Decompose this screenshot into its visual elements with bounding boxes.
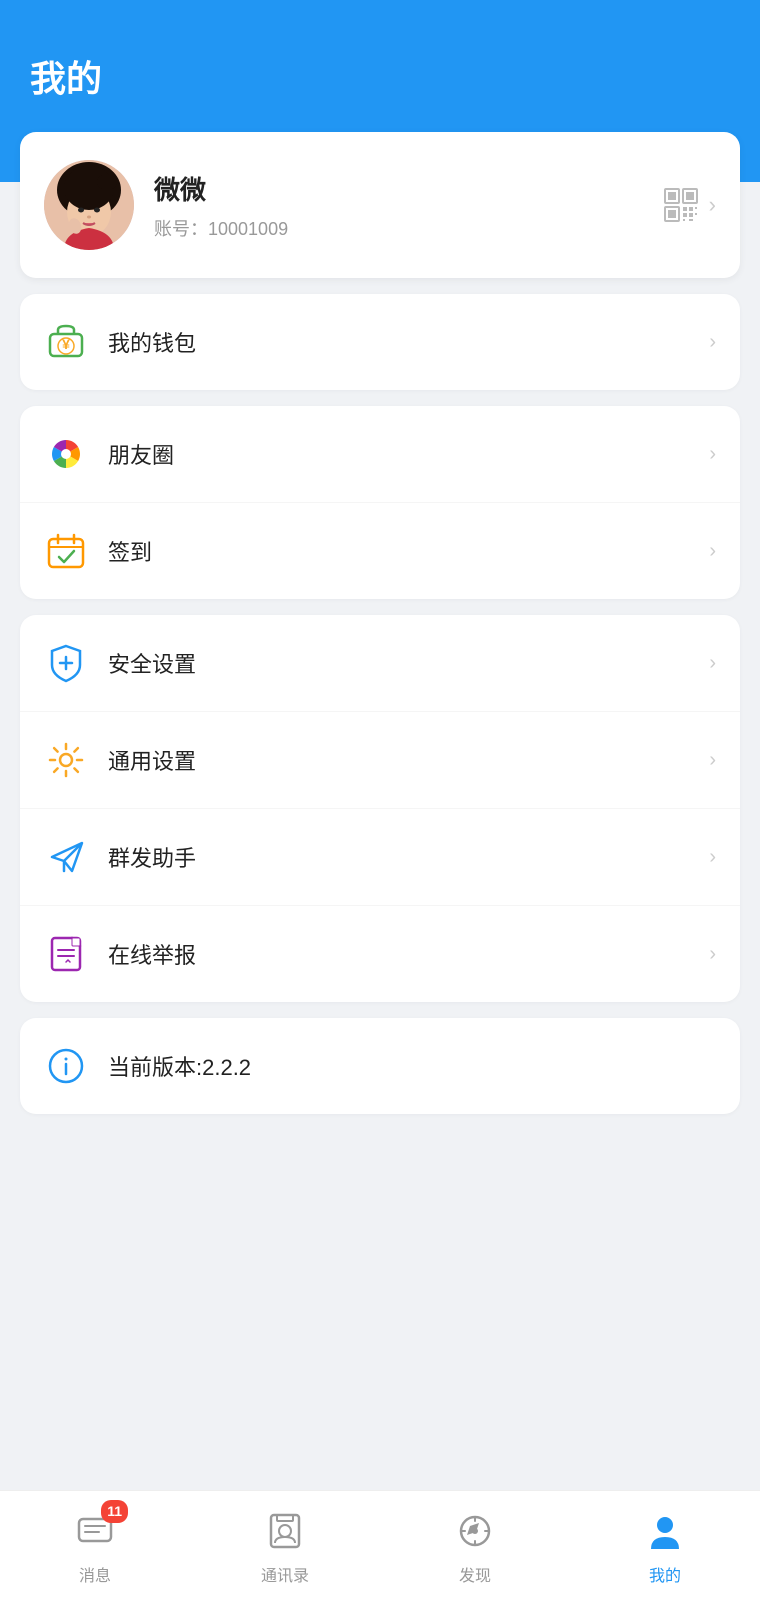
broadcast-icon: [44, 835, 88, 879]
report-item[interactable]: 在线举报 ›: [20, 906, 740, 1002]
nav-contacts[interactable]: 通讯录: [260, 1506, 310, 1586]
discover-icon: [455, 1511, 495, 1551]
general-settings-label: 通用设置: [108, 744, 709, 776]
profile-chevron: ›: [709, 192, 716, 218]
security-icon: [44, 641, 88, 685]
version-label: 当前版本:2.2.2: [108, 1050, 716, 1082]
general-settings-chevron: ›: [709, 749, 716, 772]
profile-account: 账号：10001009: [154, 215, 663, 241]
version-item: 当前版本:2.2.2: [20, 1018, 740, 1114]
security-item[interactable]: 安全设置 ›: [20, 615, 740, 712]
wallet-item[interactable]: ¥ 我的钱包 ›: [20, 294, 740, 390]
nav-discover[interactable]: 发现: [450, 1506, 500, 1586]
account-number: 10001009: [208, 219, 288, 239]
security-chevron: ›: [709, 652, 716, 675]
messages-label: 消息: [79, 1562, 111, 1586]
moments-item[interactable]: 朋友圈 ›: [20, 406, 740, 503]
discover-icon-wrap: [450, 1506, 500, 1556]
moments-label: 朋友圈: [108, 438, 709, 470]
checkin-chevron: ›: [709, 540, 716, 563]
checkin-label: 签到: [108, 535, 709, 567]
moments-icon: [44, 432, 88, 476]
contacts-icon: [265, 1511, 305, 1551]
profile-name: 微微: [154, 170, 663, 207]
message-icon-wrap: 11: [70, 1506, 120, 1556]
general-settings-item[interactable]: 通用设置 ›: [20, 712, 740, 809]
social-section: 朋友圈 › 签到 ›: [20, 406, 740, 599]
report-label: 在线举报: [108, 938, 709, 970]
broadcast-item[interactable]: 群发助手 ›: [20, 809, 740, 906]
nav-messages[interactable]: 11 消息: [70, 1506, 120, 1586]
profile-card[interactable]: 微微 账号：10001009 ›: [20, 132, 740, 278]
checkin-icon: [44, 529, 88, 573]
profile-actions: ›: [663, 187, 716, 223]
page-title: 我的: [30, 50, 730, 102]
broadcast-label: 群发助手: [108, 841, 709, 873]
profile-info: 微微 账号：10001009: [154, 170, 663, 241]
mine-icon-wrap: [640, 1506, 690, 1556]
security-label: 安全设置: [108, 647, 709, 679]
checkin-item[interactable]: 签到 ›: [20, 503, 740, 599]
version-section: 当前版本:2.2.2: [20, 1018, 740, 1114]
settings-section: 安全设置 › 通用设置 ›: [20, 615, 740, 1002]
contacts-icon-wrap: [260, 1506, 310, 1556]
nav-mine[interactable]: 我的: [640, 1506, 690, 1586]
wallet-chevron: ›: [709, 331, 716, 354]
info-icon: [44, 1044, 88, 1088]
mine-label: 我的: [649, 1562, 681, 1586]
contacts-label: 通讯录: [261, 1562, 309, 1586]
qr-icon[interactable]: [663, 187, 699, 223]
wallet-section: ¥ 我的钱包 ›: [20, 294, 740, 390]
report-icon: [44, 932, 88, 976]
general-settings-icon: [44, 738, 88, 782]
bottom-nav: 11 消息 通讯录 发现: [0, 1490, 760, 1600]
moments-chevron: ›: [709, 443, 716, 466]
wallet-icon: ¥: [44, 320, 88, 364]
message-badge: 11: [101, 1500, 128, 1524]
mine-icon: [645, 1511, 685, 1551]
broadcast-chevron: ›: [709, 846, 716, 869]
report-chevron: ›: [709, 943, 716, 966]
discover-label: 发现: [459, 1562, 491, 1586]
avatar: [44, 160, 134, 250]
account-label: 账号：: [154, 219, 208, 239]
wallet-label: 我的钱包: [108, 326, 709, 358]
avatar-image: [44, 160, 134, 250]
